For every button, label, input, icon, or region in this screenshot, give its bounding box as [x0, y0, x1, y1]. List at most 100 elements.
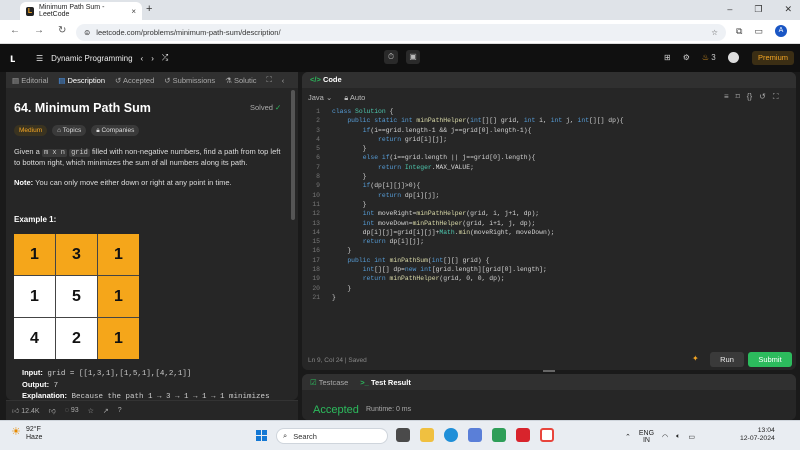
- line-number: 18: [312, 266, 320, 274]
- problem-list-name[interactable]: Dynamic Programming: [51, 54, 132, 63]
- code-line: 3 if(i==grid.length-1 && j==grid[0].leng…: [306, 126, 786, 135]
- chrome-icon[interactable]: [540, 428, 554, 442]
- windows-start-icon[interactable]: [256, 430, 267, 441]
- photos-icon[interactable]: [492, 428, 506, 442]
- language-indicator[interactable]: ENG IN: [639, 430, 654, 444]
- site-info-icon[interactable]: ⊜: [84, 28, 90, 37]
- topics-button[interactable]: ⌂ Topics: [52, 125, 87, 136]
- weather-widget[interactable]: ☀ 92°F Haze: [11, 426, 42, 442]
- chevron-up-icon[interactable]: ⌃: [625, 433, 631, 441]
- premium-button[interactable]: Premium: [752, 51, 794, 65]
- tab-solutions[interactable]: ⚗ Solutic: [225, 76, 256, 85]
- edge-browser-icon[interactable]: [444, 428, 458, 442]
- list-icon[interactable]: ☰: [36, 54, 43, 63]
- tab-title: Minimum Path Sum - LeetCode: [39, 4, 105, 18]
- streak-counter[interactable]: ♨ 3: [702, 53, 716, 62]
- check-circle-icon: ✓: [275, 103, 282, 112]
- battery-icon[interactable]: ▭: [688, 433, 695, 441]
- system-clock[interactable]: 13:04 12-07-2024: [740, 427, 775, 443]
- leetcode-logo-icon[interactable]: ʟ: [10, 51, 22, 65]
- clock-time: 13:04: [757, 427, 775, 434]
- maximize-icon[interactable]: ❐: [754, 4, 762, 15]
- tab-label: Accepted: [122, 75, 155, 85]
- shuffle-icon[interactable]: ⤮: [162, 53, 168, 63]
- submit-button[interactable]: Submit: [748, 352, 792, 367]
- tab-submissions[interactable]: ↺ Submissions: [164, 76, 215, 85]
- volume-icon[interactable]: 🔈︎: [676, 433, 680, 441]
- run-button[interactable]: Run: [710, 352, 744, 367]
- autosave-indicator: 🔒︎ Auto: [344, 93, 365, 103]
- browser-tab[interactable]: L Minimum Path Sum - LeetCode ×: [20, 2, 142, 20]
- code-line: 5 }: [306, 144, 786, 153]
- code-text: }: [332, 247, 352, 255]
- grid-cell: 2: [56, 318, 97, 359]
- code-text: }: [332, 293, 336, 301]
- minimize-icon[interactable]: –: [727, 4, 732, 15]
- note-text: You can only move either down or right a…: [35, 178, 232, 187]
- settings-gear-icon[interactable]: ⚙: [683, 53, 690, 62]
- line-number: 4: [316, 135, 320, 143]
- user-avatar[interactable]: [727, 52, 739, 63]
- favorite-star-icon[interactable]: ☆: [88, 407, 94, 415]
- store-icon[interactable]: [468, 428, 482, 442]
- next-problem-icon[interactable]: ›: [151, 54, 154, 63]
- code-text: dp[i][j]=grid[i][j]+Math.min(moveRight, …: [332, 228, 555, 236]
- format-icon[interactable]: ≡: [724, 92, 729, 102]
- bookmark-star-icon[interactable]: ☆: [711, 28, 718, 37]
- task-view-icon[interactable]: [396, 428, 410, 442]
- help-icon[interactable]: ?: [118, 407, 122, 414]
- line-number: 20: [312, 284, 320, 292]
- like-button[interactable]: 👍︎ 12.4K: [12, 406, 40, 415]
- code-text: int[][] dp=new int[grid.length][grid[0].…: [362, 266, 547, 274]
- wifi-icon[interactable]: ◠: [662, 433, 668, 441]
- tab-description[interactable]: ▤ Description: [58, 76, 105, 85]
- tab-editorial[interactable]: ▤ Editorial: [12, 76, 48, 85]
- clock-icon: ↺: [164, 75, 171, 85]
- code-text: }: [332, 200, 367, 208]
- profile-avatar[interactable]: A: [774, 25, 787, 37]
- editor-toolbar: Java ⌄ 🔒︎ Auto: [308, 93, 365, 103]
- close-window-icon[interactable]: ✕: [784, 4, 792, 15]
- expand-icon[interactable]: ⛶: [267, 75, 272, 85]
- code-text: public static int minPathHelper(int[][] …: [347, 117, 624, 125]
- panel-resize-handle[interactable]: [543, 370, 555, 372]
- comments-button[interactable]: ◌ 93: [65, 407, 79, 414]
- language-select[interactable]: Java ⌄: [308, 93, 332, 103]
- extensions-icon[interactable]: ⧉: [736, 26, 742, 37]
- code-line: 21}: [306, 293, 786, 302]
- grid-layout-icon[interactable]: ⊞: [664, 53, 671, 62]
- description-scrollbar[interactable]: [291, 90, 295, 220]
- search-label: Search: [293, 431, 317, 441]
- magic-wand-icon[interactable]: ✦: [692, 354, 699, 363]
- prev-problem-icon[interactable]: ‹: [141, 54, 144, 63]
- braces-icon[interactable]: {}: [747, 92, 752, 102]
- dislike-icon[interactable]: 👎︎: [49, 406, 56, 415]
- new-tab-button[interactable]: +: [146, 3, 152, 15]
- timer-icon[interactable]: ⏱: [384, 50, 398, 64]
- back-icon[interactable]: ←: [10, 25, 20, 36]
- file-explorer-icon[interactable]: [420, 428, 434, 442]
- bookmark-icon[interactable]: ⌑: [736, 92, 740, 102]
- code-line: 13 int moveDown=minPathHelper(grid, i+1,…: [306, 219, 786, 228]
- fullscreen-icon[interactable]: ⛶: [773, 92, 779, 102]
- sidebar-icon[interactable]: ▭: [754, 26, 763, 37]
- tab-testcase[interactable]: ☑ Testcase: [310, 378, 348, 387]
- notes-icon[interactable]: ▣: [406, 50, 420, 64]
- share-icon[interactable]: ↗: [103, 407, 109, 415]
- address-bar[interactable]: ⊜ leetcode.com/problems/minimum-path-sum…: [76, 24, 726, 41]
- description-footer: 👍︎ 12.4K 👎︎ ◌ 93 ☆ ↗ ?: [6, 400, 298, 420]
- problem-description: Given a m x n grid filled with non-negat…: [14, 147, 286, 168]
- forward-icon[interactable]: →: [34, 25, 44, 36]
- reload-icon[interactable]: ↻: [58, 25, 66, 36]
- tab-test-result[interactable]: >_ Test Result: [360, 378, 411, 387]
- mcafee-icon[interactable]: [516, 428, 530, 442]
- tab-accepted[interactable]: ↺ Accepted: [115, 76, 154, 85]
- collapse-icon[interactable]: ‹: [282, 76, 285, 85]
- close-tab-icon[interactable]: ×: [131, 7, 136, 16]
- companies-button[interactable]: 🔒︎ Companies: [91, 125, 140, 136]
- code-text: class Solution {: [332, 108, 394, 115]
- reset-icon[interactable]: ↺: [759, 92, 766, 102]
- tab-label: Solutic: [234, 75, 257, 85]
- taskbar-search[interactable]: ⌕ Search: [276, 428, 388, 444]
- code-editor[interactable]: 1 class Solution {2 public static int min…: [306, 107, 786, 302]
